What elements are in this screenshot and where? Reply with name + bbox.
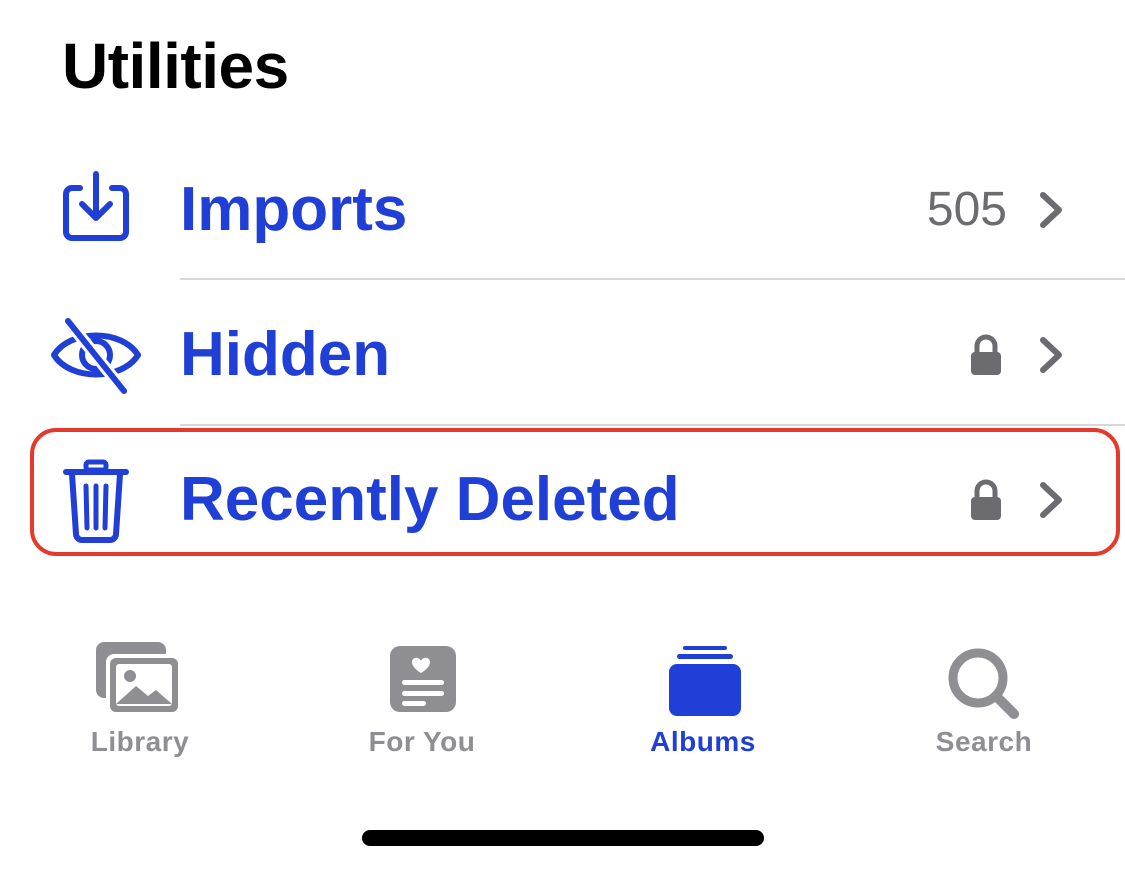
home-indicator bbox=[362, 830, 764, 846]
row-label: Hidden bbox=[180, 320, 391, 389]
tab-albums[interactable]: Albums bbox=[603, 626, 803, 776]
tab-for-you[interactable]: For You bbox=[322, 626, 522, 776]
chevron-right-icon bbox=[1040, 192, 1062, 228]
section-title: Utilities bbox=[62, 30, 289, 102]
tab-bar: Library For You Albums Search bbox=[0, 626, 1125, 776]
row-divider bbox=[180, 278, 1125, 280]
row-label: Imports bbox=[180, 175, 408, 244]
tab-label: Albums bbox=[650, 726, 756, 757]
import-tray-icon bbox=[63, 171, 129, 241]
tab-library[interactable]: Library bbox=[40, 626, 240, 776]
tab-label: Library bbox=[90, 726, 190, 757]
row-count: 505 bbox=[926, 183, 1007, 236]
magnifying-glass-icon bbox=[948, 648, 1019, 719]
tab-label: For You bbox=[368, 726, 476, 757]
eye-slash-icon bbox=[51, 315, 141, 397]
tab-search[interactable]: Search bbox=[884, 626, 1084, 776]
photo-stack-icon bbox=[96, 642, 182, 716]
row-hidden[interactable]: Hidden bbox=[0, 285, 1125, 425]
heart-card-icon bbox=[390, 646, 456, 712]
tab-label: Search bbox=[935, 726, 1033, 757]
row-imports[interactable]: Imports 505 bbox=[0, 140, 1125, 280]
albums-stack-icon bbox=[669, 646, 741, 716]
albums-screen: Utilities Imports 505 Hidden Recently De… bbox=[0, 0, 1125, 870]
highlight-outline bbox=[30, 428, 1120, 556]
row-divider bbox=[180, 424, 1125, 426]
chevron-right-icon bbox=[1040, 337, 1062, 373]
lock-icon bbox=[971, 334, 1001, 375]
